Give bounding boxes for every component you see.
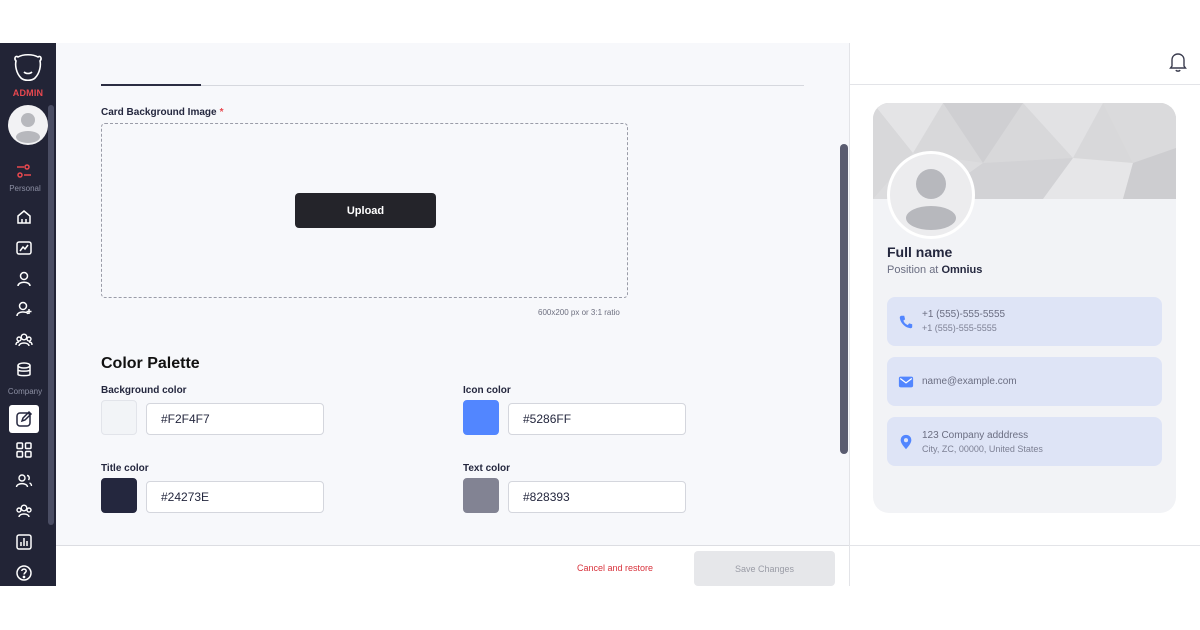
- user-icon[interactable]: [14, 269, 34, 289]
- palette-title: Color Palette: [101, 355, 200, 372]
- address-line-2: City, ZC, 00000, United States: [922, 444, 1043, 454]
- text-color-input[interactable]: #828393: [508, 481, 686, 513]
- preview-footer-line: [850, 545, 1200, 546]
- sidebar: ADMIN Personal Company: [0, 43, 56, 586]
- contact-address: 123 Company adddress City, ZC, 00000, Un…: [887, 417, 1162, 466]
- mail-icon: [897, 373, 915, 391]
- bar-chart-icon[interactable]: [14, 532, 34, 552]
- position-prefix: Position at: [887, 264, 939, 276]
- email-text: name@example.com: [922, 376, 1017, 387]
- user-add-icon[interactable]: [14, 299, 34, 319]
- preview-header-line: [850, 84, 1200, 85]
- title-color-input[interactable]: #24273E: [146, 481, 324, 513]
- chart-icon[interactable]: [14, 238, 34, 258]
- bg-color-label: Background color: [101, 385, 187, 396]
- app-window: ADMIN Personal Company Card Background I…: [0, 43, 1200, 586]
- edit-icon[interactable]: [14, 409, 34, 429]
- bg-color-swatch[interactable]: [101, 400, 137, 435]
- business-card-preview: Full name Position at Omnius +1 (555)-55…: [873, 103, 1176, 513]
- required-mark: *: [219, 107, 224, 118]
- card-avatar: [887, 151, 975, 239]
- bell-icon[interactable]: [1168, 51, 1188, 73]
- phone-icon: [897, 313, 915, 331]
- image-dropzone[interactable]: Upload: [101, 123, 628, 298]
- card-full-name: Full name: [887, 244, 953, 260]
- form-scrollbar[interactable]: [840, 144, 848, 454]
- card-position: Position at Omnius: [887, 264, 982, 276]
- user-group-icon[interactable]: [14, 471, 34, 491]
- contact-phone: +1 (555)-555-5555 +1 (555)-555-5555: [887, 297, 1162, 346]
- users-icon[interactable]: [14, 330, 34, 350]
- card-editor-form: Card Background Image * Upload 600x200 px…: [56, 43, 849, 545]
- cancel-restore-link[interactable]: Cancel and restore: [577, 563, 653, 573]
- location-icon: [897, 433, 915, 451]
- role-label: ADMIN: [12, 88, 44, 98]
- grid-icon[interactable]: [14, 440, 34, 460]
- title-color-swatch[interactable]: [101, 478, 137, 513]
- tab-active-indicator: [101, 84, 201, 86]
- title-color-label: Title color: [101, 463, 149, 474]
- sliders-icon[interactable]: [14, 161, 34, 181]
- phone-secondary: +1 (555)-555-5555: [922, 323, 997, 333]
- save-changes-button[interactable]: Save Changes: [694, 551, 835, 586]
- address-line-1: 123 Company adddress: [922, 430, 1029, 441]
- icon-color-label: Icon color: [463, 385, 511, 396]
- card-bg-label-text: Card Background Image: [101, 107, 217, 118]
- section-personal: Personal: [9, 184, 41, 193]
- phone-primary: +1 (555)-555-5555: [922, 309, 1006, 320]
- icon-color-swatch[interactable]: [463, 400, 499, 435]
- upload-hint: 600x200 px or 3:1 ratio: [538, 308, 620, 317]
- company-name: Omnius: [941, 264, 983, 276]
- avatar[interactable]: [8, 105, 48, 145]
- text-color-label: Text color: [463, 463, 511, 474]
- tabs-underline: [101, 85, 804, 86]
- text-color-swatch[interactable]: [463, 478, 499, 513]
- help-icon[interactable]: [14, 563, 34, 583]
- team-icon[interactable]: [14, 501, 34, 521]
- upload-button[interactable]: Upload: [295, 193, 436, 228]
- form-footer: Cancel and restore Save Changes: [56, 545, 849, 586]
- database-icon[interactable]: [14, 360, 34, 380]
- card-bg-label: Card Background Image *: [101, 107, 224, 118]
- contact-email: name@example.com: [887, 357, 1162, 406]
- bg-color-input[interactable]: #F2F4F7: [146, 403, 324, 435]
- sidebar-scrollbar[interactable]: [48, 105, 54, 525]
- home-icon[interactable]: [14, 207, 34, 227]
- panel-divider: [849, 43, 850, 586]
- icon-color-input[interactable]: #5286FF: [508, 403, 686, 435]
- bear-logo-icon[interactable]: [12, 51, 44, 83]
- section-company: Company: [7, 387, 43, 396]
